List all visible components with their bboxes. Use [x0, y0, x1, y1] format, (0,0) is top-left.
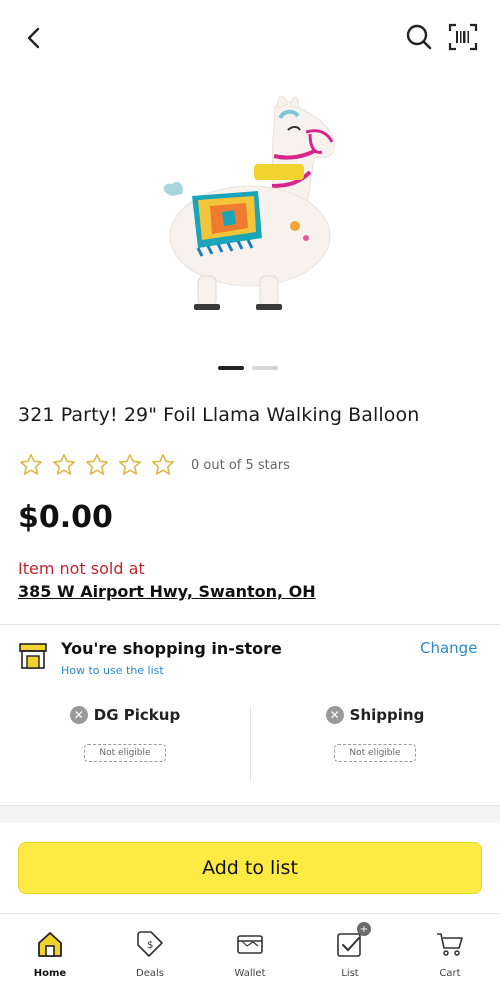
section-spacer: [0, 805, 500, 823]
home-icon: [34, 928, 66, 960]
llama-balloon-illustration: [163, 95, 335, 310]
star-icon: [53, 453, 75, 475]
rating-text: 0 out of 5 stars: [191, 457, 290, 473]
how-to-use-list-link[interactable]: How to use the list: [61, 664, 164, 677]
list-count-badge: +: [357, 922, 371, 936]
search-button[interactable]: [402, 20, 436, 54]
star-rating[interactable]: 0 out of 5 stars: [18, 451, 290, 479]
tab-wallet[interactable]: Wallet: [200, 914, 300, 1000]
section-divider: [0, 624, 500, 625]
tab-label: Deals: [136, 968, 164, 979]
fulfillment-label: Shipping: [349, 706, 425, 724]
shopping-mode-title: You're shopping in-store: [61, 639, 282, 658]
product-image[interactable]: [150, 86, 360, 326]
cart-icon: [434, 928, 466, 960]
bottom-tab-bar: Home $ Deals Wallet + List Cart: [0, 913, 500, 1000]
tab-deals[interactable]: $ Deals: [100, 914, 200, 1000]
back-button[interactable]: [18, 22, 50, 54]
not-sold-notice: Item not sold at: [18, 559, 145, 578]
tab-label: Home: [33, 968, 67, 979]
fulfillment-option-shipping: ✕ Shipping Not eligible: [250, 706, 500, 762]
change-mode-link[interactable]: Change: [420, 639, 477, 657]
star-icon: [86, 453, 108, 475]
star-icon: [152, 453, 174, 475]
wallet-icon: [234, 928, 266, 960]
fulfillment-label: DG Pickup: [93, 706, 181, 724]
eligibility-badge: Not eligible: [84, 744, 166, 762]
add-to-list-button[interactable]: Add to list: [18, 842, 482, 894]
chevron-left-icon: [27, 27, 40, 49]
product-price: $0.00: [18, 500, 113, 535]
image-carousel-dots[interactable]: [218, 366, 278, 370]
tab-list[interactable]: + List: [300, 914, 400, 1000]
barcode-scan-icon: [448, 23, 478, 51]
fulfillment-option-pickup: ✕ DG Pickup Not eligible: [0, 706, 250, 762]
tag-icon: $: [134, 928, 166, 960]
close-circle-icon: ✕: [69, 706, 88, 724]
close-circle-icon: ✕: [325, 706, 344, 724]
tab-home[interactable]: Home: [0, 914, 100, 1000]
tab-label: Cart: [439, 968, 461, 979]
star-icon: [20, 453, 42, 475]
product-title: 321 Party! 29" Foil Llama Walking Balloo…: [18, 404, 420, 426]
eligibility-badge: Not eligible: [334, 744, 416, 762]
tab-label: Wallet: [234, 968, 266, 979]
search-icon: [406, 24, 432, 50]
carousel-dot-2[interactable]: [252, 366, 278, 370]
scan-button[interactable]: [446, 20, 480, 54]
tab-cart[interactable]: Cart: [400, 914, 500, 1000]
star-icon: [119, 453, 141, 475]
tab-label: List: [341, 968, 359, 979]
svg-text:$: $: [147, 940, 153, 951]
store-address-link[interactable]: 385 W Airport Hwy, Swanton, OH: [18, 582, 316, 601]
top-bar: [0, 0, 500, 76]
store-icon: [18, 642, 48, 670]
carousel-dot-1[interactable]: [218, 366, 244, 370]
